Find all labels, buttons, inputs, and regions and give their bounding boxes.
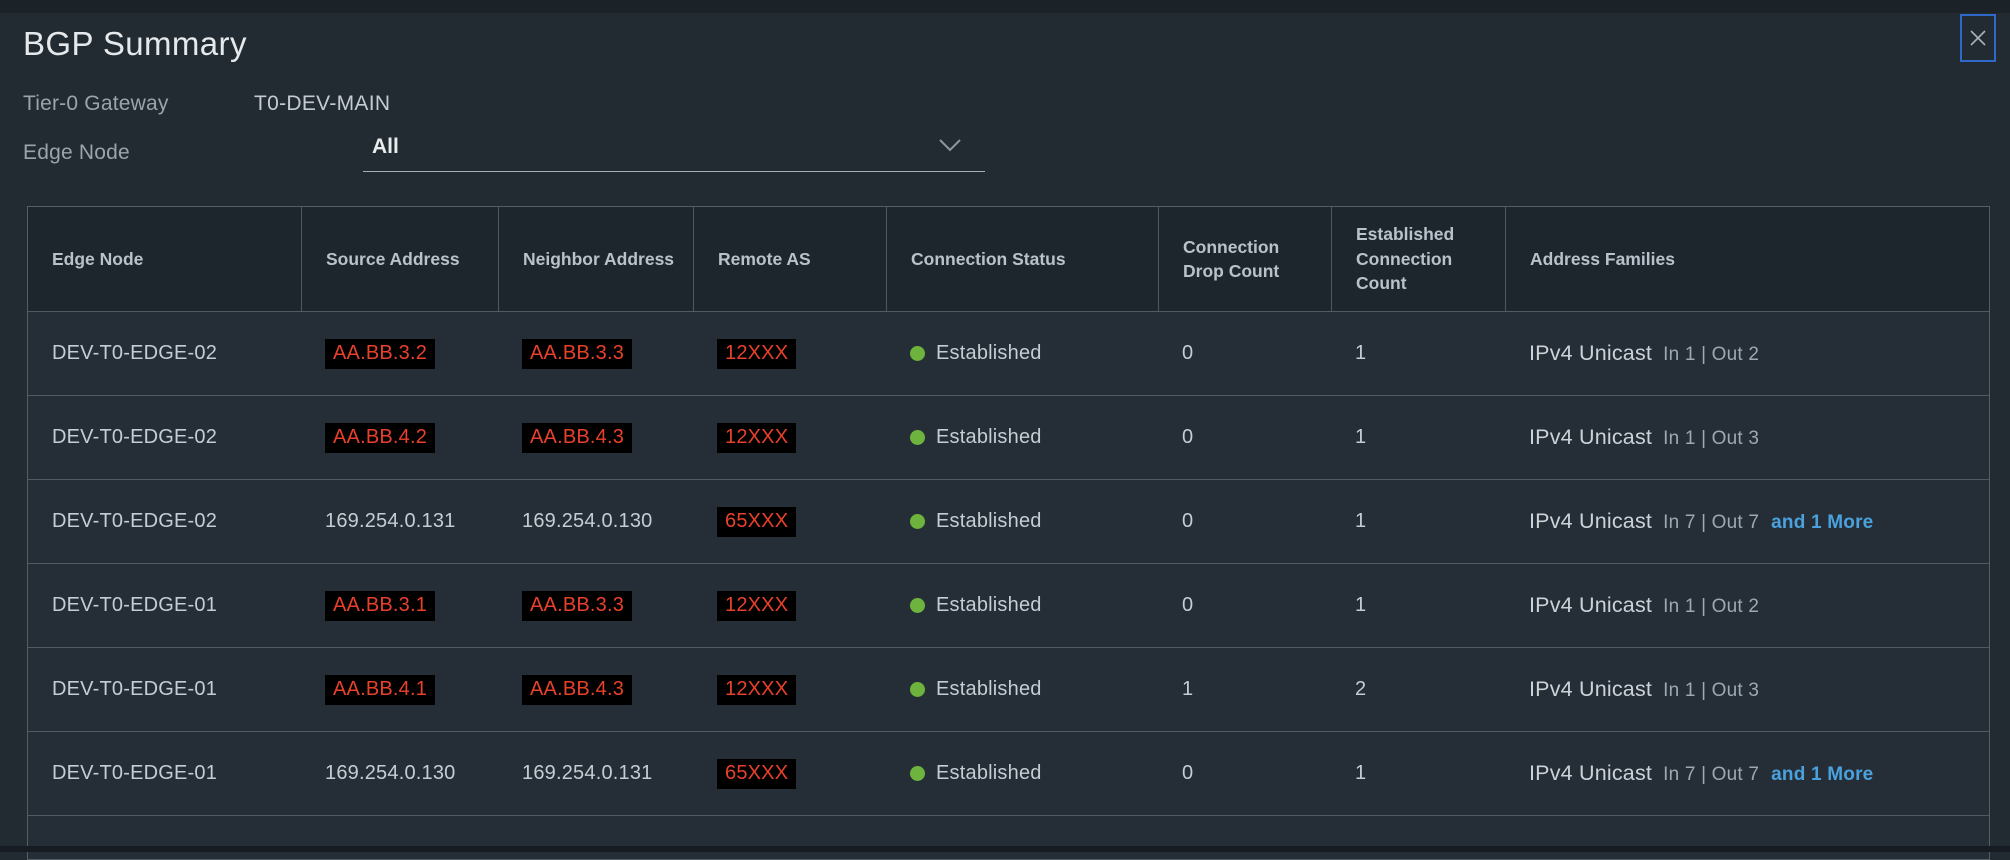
neighbor-address-cell: AA.BB.4.3	[498, 423, 693, 453]
connection-status-cell: Established	[886, 510, 1158, 533]
column-header-remote-as: Remote AS	[693, 207, 886, 311]
status-badge: Established	[936, 426, 1042, 449]
table-empty-area	[28, 815, 1989, 859]
status-badge: Established	[936, 342, 1042, 365]
edge-node-label: Edge Node	[23, 141, 363, 165]
remote-as-cell: 12XXX	[693, 339, 886, 369]
tier0-gateway-label: Tier-0 Gateway	[23, 92, 254, 116]
chevron-down-icon	[937, 137, 963, 158]
edge-node-cell: DEV-T0-EDGE-01	[28, 762, 301, 785]
remote-as-cell: 65XXX	[693, 759, 886, 789]
and-more-link[interactable]: and 1 More	[1771, 512, 1873, 533]
connection-drop-count-cell: 0	[1158, 426, 1331, 449]
edge-node-cell: DEV-T0-EDGE-02	[28, 426, 301, 449]
remote-as-cell: 12XXX	[693, 675, 886, 705]
status-badge: Established	[936, 762, 1042, 785]
column-header-established-connection-count: Established Connection Count	[1331, 207, 1505, 311]
status-badge: Established	[936, 678, 1042, 701]
source-address-cell: AA.BB.3.1	[301, 591, 498, 621]
neighbor-address-cell: 169.254.0.130	[498, 510, 693, 533]
column-header-neighbor-address: Neighbor Address	[498, 207, 693, 311]
neighbor-address-cell: AA.BB.3.3	[498, 339, 693, 369]
edge-node-cell: DEV-T0-EDGE-02	[28, 510, 301, 533]
tier0-gateway-value: T0-DEV-MAIN	[254, 92, 390, 116]
dialog-top-edge	[0, 0, 2010, 13]
status-dot-icon	[910, 766, 925, 781]
source-address-cell: AA.BB.4.1	[301, 675, 498, 705]
and-more-link[interactable]: and 1 More	[1771, 764, 1873, 785]
source-address-cell: 169.254.0.130	[301, 762, 498, 785]
remote-as-cell: 12XXX	[693, 423, 886, 453]
remote-as-cell: 65XXX	[693, 507, 886, 537]
close-icon	[1968, 28, 1988, 48]
remote-as-cell: 12XXX	[693, 591, 886, 621]
address-families-cell: IPv4 UnicastIn 7 | Out 7and 1 More	[1505, 761, 1989, 786]
table-row: DEV-T0-EDGE-02 AA.BB.4.2 AA.BB.4.3 12XXX…	[28, 395, 1989, 479]
connection-status-cell: Established	[886, 426, 1158, 449]
address-families-cell: IPv4 UnicastIn 1 | Out 3	[1505, 677, 1989, 702]
edge-node-cell: DEV-T0-EDGE-01	[28, 594, 301, 617]
status-dot-icon	[910, 346, 925, 361]
source-address-cell: AA.BB.4.2	[301, 423, 498, 453]
connection-status-cell: Established	[886, 594, 1158, 617]
edge-node-dropdown[interactable]: All	[363, 133, 985, 172]
table-row: DEV-T0-EDGE-02 169.254.0.131 169.254.0.1…	[28, 479, 1989, 563]
dialog-header: BGP Summary	[0, 13, 2010, 65]
table-header-row: Edge Node Source Address Neighbor Addres…	[28, 207, 1989, 311]
status-dot-icon	[910, 682, 925, 697]
edge-node-cell: DEV-T0-EDGE-02	[28, 342, 301, 365]
address-families-cell: IPv4 UnicastIn 1 | Out 2	[1505, 593, 1989, 618]
edge-node-row: Edge Node All	[23, 133, 2010, 172]
status-dot-icon	[910, 598, 925, 613]
close-button[interactable]	[1960, 14, 1996, 62]
column-header-source-address: Source Address	[301, 207, 498, 311]
connection-drop-count-cell: 0	[1158, 510, 1331, 533]
address-families-cell: IPv4 UnicastIn 1 | Out 3	[1505, 425, 1989, 450]
connection-drop-count-cell: 0	[1158, 762, 1331, 785]
address-families-cell: IPv4 UnicastIn 1 | Out 2	[1505, 341, 1989, 366]
edge-node-cell: DEV-T0-EDGE-01	[28, 678, 301, 701]
dialog-bottom-edge	[0, 846, 2010, 852]
status-badge: Established	[936, 510, 1042, 533]
bgp-summary-table: Edge Node Source Address Neighbor Addres…	[27, 206, 1990, 860]
filters-section: Tier-0 Gateway T0-DEV-MAIN Edge Node All	[23, 87, 2010, 172]
table-row: DEV-T0-EDGE-01 169.254.0.130 169.254.0.1…	[28, 731, 1989, 815]
address-families-cell: IPv4 UnicastIn 7 | Out 7and 1 More	[1505, 509, 1989, 534]
connection-drop-count-cell: 0	[1158, 342, 1331, 365]
table-row: DEV-T0-EDGE-01 AA.BB.3.1 AA.BB.3.3 12XXX…	[28, 563, 1989, 647]
established-connection-count-cell: 2	[1331, 678, 1505, 701]
status-dot-icon	[910, 514, 925, 529]
connection-status-cell: Established	[886, 762, 1158, 785]
source-address-cell: AA.BB.3.2	[301, 339, 498, 369]
edge-node-dropdown-value: All	[372, 135, 399, 158]
column-header-connection-drop-count: Connection Drop Count	[1158, 207, 1331, 311]
tier0-gateway-row: Tier-0 Gateway T0-DEV-MAIN	[23, 87, 2010, 120]
column-header-edge-node: Edge Node	[28, 207, 301, 311]
status-badge: Established	[936, 594, 1042, 617]
connection-status-cell: Established	[886, 678, 1158, 701]
connection-drop-count-cell: 1	[1158, 678, 1331, 701]
table-body: DEV-T0-EDGE-02 AA.BB.3.2 AA.BB.3.3 12XXX…	[28, 311, 1989, 815]
established-connection-count-cell: 1	[1331, 594, 1505, 617]
column-header-connection-status: Connection Status	[886, 207, 1158, 311]
neighbor-address-cell: AA.BB.4.3	[498, 675, 693, 705]
neighbor-address-cell: AA.BB.3.3	[498, 591, 693, 621]
table-row: DEV-T0-EDGE-02 AA.BB.3.2 AA.BB.3.3 12XXX…	[28, 311, 1989, 395]
established-connection-count-cell: 1	[1331, 510, 1505, 533]
established-connection-count-cell: 1	[1331, 342, 1505, 365]
connection-drop-count-cell: 0	[1158, 594, 1331, 617]
connection-status-cell: Established	[886, 342, 1158, 365]
established-connection-count-cell: 1	[1331, 762, 1505, 785]
neighbor-address-cell: 169.254.0.131	[498, 762, 693, 785]
table-row: DEV-T0-EDGE-01 AA.BB.4.1 AA.BB.4.3 12XXX…	[28, 647, 1989, 731]
source-address-cell: 169.254.0.131	[301, 510, 498, 533]
column-header-address-families: Address Families	[1505, 207, 1989, 311]
page-title: BGP Summary	[23, 23, 1988, 65]
status-dot-icon	[910, 430, 925, 445]
established-connection-count-cell: 1	[1331, 426, 1505, 449]
